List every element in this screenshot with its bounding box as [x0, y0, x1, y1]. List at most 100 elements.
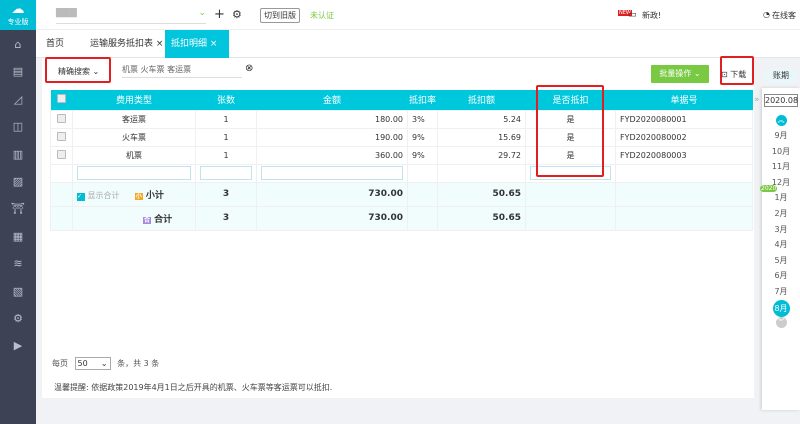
subtotal-icon: 小 — [134, 192, 143, 200]
unverified-status[interactable]: 未认证 — [310, 10, 334, 21]
cell-doc-no: FYD2020080003 — [615, 145, 753, 165]
table-row[interactable]: 机票 1 360.00 9% 29.72 是 FYD2020080003 — [50, 145, 753, 165]
month-item[interactable]: 10月 — [762, 144, 800, 160]
month-label: 10月 — [771, 146, 791, 156]
column-header[interactable]: 费用类型 — [72, 90, 196, 110]
table-row[interactable]: 火车票 1 190.00 9% 15.69 是 FYD2020080002 — [50, 127, 753, 147]
total-icon: 合 — [143, 216, 152, 224]
cell-rate: 3% — [407, 109, 438, 129]
month-item[interactable]: 2月 — [762, 206, 800, 222]
tab-deduction-detail[interactable]: 抵扣明细 × — [165, 30, 229, 58]
month-item[interactable]: 1月 — [762, 190, 800, 206]
row-checkbox[interactable] — [57, 131, 66, 141]
filter-count-input[interactable] — [200, 166, 252, 180]
row-checkbox[interactable] — [57, 149, 66, 159]
building-icon[interactable]: ▥ — [11, 148, 25, 162]
month-item[interactable]: 3月 — [762, 222, 800, 238]
tab-label: 抵扣明细 — [171, 39, 208, 49]
total-label: 合计 — [154, 214, 173, 225]
batch-label: 批量操作 — [659, 69, 692, 78]
show-total-label: 显示合计 — [87, 190, 120, 200]
shop-icon[interactable]: ⛩ — [11, 202, 25, 216]
month-label: 9月 — [774, 131, 788, 140]
column-header[interactable]: 单据号 — [615, 90, 753, 110]
download-label: 下载 — [730, 70, 747, 79]
tab-bar: 首页 运输服务抵扣表 × 抵扣明细 × — [36, 30, 800, 58]
monitor-icon[interactable]: ▦ — [11, 230, 25, 244]
home-icon[interactable]: ⌂ — [11, 38, 25, 52]
month-item[interactable]: 5月 — [762, 253, 800, 269]
batch-operation-button[interactable]: 批量操作 ⌄ — [651, 65, 709, 83]
total-deduct: 50.65 — [437, 205, 526, 231]
close-icon[interactable]: × — [156, 39, 164, 49]
settings-icon[interactable]: ⚙ — [11, 312, 25, 326]
pagination: 每页 50 ⌄ 条，共 3 条 — [52, 357, 159, 370]
search-mode-select[interactable]: 精确搜索 ⌄ — [58, 66, 99, 77]
filter-amount-input[interactable] — [261, 166, 403, 180]
month-label: 4月 — [774, 240, 788, 250]
cell-doc-no: FYD2020080002 — [615, 127, 753, 147]
chevron-down-icon: ⌄ — [92, 67, 100, 76]
cell-count: 1 — [195, 127, 257, 147]
cell-deduct: 15.69 — [437, 127, 526, 147]
scroll-down-icon[interactable]: ︾ — [775, 317, 787, 329]
column-header[interactable]: 金额 — [256, 90, 408, 110]
add-icon[interactable]: + — [214, 7, 225, 22]
cell-amount: 190.00 — [256, 127, 408, 147]
gear-icon[interactable]: ⚙ — [232, 8, 242, 21]
stack-icon[interactable]: ≋ — [11, 257, 25, 271]
total-count: 3 — [195, 205, 257, 231]
company-select[interactable]: ▇▇▇ ⌄ — [56, 8, 206, 24]
clear-icon[interactable]: ⊗ — [245, 63, 253, 74]
month-item[interactable]: 6月 — [762, 268, 800, 284]
month-label: 3月 — [774, 224, 788, 234]
per-page-label: 每页 — [52, 359, 68, 368]
filter-type-input[interactable] — [77, 166, 191, 180]
scroll-up-icon[interactable]: ︽ — [775, 115, 787, 126]
bag-icon[interactable]: ◫ — [11, 120, 25, 134]
switch-old-version-button[interactable]: 切到旧版 — [260, 8, 300, 23]
chart-icon[interactable]: ◿ — [11, 93, 25, 107]
download-button[interactable]: ⊡ 下载 — [721, 69, 746, 80]
sidebar: ☁ 专业版 ⌂ ▤ ◿ ◫ ▥ ▨ ⛩ ▦ ≋ ▧ ⚙ ▶ — [0, 0, 36, 424]
column-header[interactable]: 张数 — [195, 90, 257, 110]
search-input[interactable]: 机票 火车票 客运票 — [122, 64, 242, 78]
tab-home[interactable]: 首页 — [40, 30, 70, 58]
invoice-icon[interactable]: ▤ — [11, 65, 25, 79]
year-badge: 2020 — [760, 185, 778, 193]
show-total-checkbox[interactable]: ✓ 显示合计 — [77, 190, 120, 201]
column-header[interactable]: 抵扣率 — [407, 90, 438, 110]
document-icon[interactable]: ▧ — [11, 285, 25, 299]
month-item[interactable]: 4月 — [762, 237, 800, 253]
cell-type: 机票 — [72, 145, 196, 165]
column-header[interactable]: 抵扣额 — [437, 90, 526, 110]
period-panel: 2020.08 ︽ 9月 10月 11月 12月 2020 1月 2月 3月 4月 5月 6月 7月 8… — [760, 88, 800, 410]
news-link[interactable]: 新政! — [642, 10, 661, 21]
table-row[interactable]: 客运票 1 180.00 3% 5.24 是 FYD2020080001 — [50, 109, 753, 129]
select-all-checkbox[interactable] — [50, 90, 73, 110]
cell-amount: 180.00 — [256, 109, 408, 129]
download-icon: ⊡ — [721, 70, 728, 79]
total-row: 合 合计 3 730.00 50.65 — [50, 205, 753, 231]
month-label: 1月 — [774, 193, 788, 203]
logo[interactable]: ☁ 专业版 — [0, 0, 36, 30]
cell-deduct: 29.72 — [437, 145, 526, 165]
close-icon[interactable]: × — [210, 39, 218, 49]
play-icon[interactable]: ▶ — [11, 339, 25, 353]
row-checkbox[interactable] — [57, 113, 66, 123]
cell-amount: 360.00 — [256, 145, 408, 165]
online-service-link[interactable]: 在线客 — [772, 10, 796, 21]
collapse-icon[interactable]: » — [754, 95, 760, 105]
report-icon[interactable]: ▨ — [11, 175, 25, 189]
period-input[interactable]: 2020.08 — [764, 94, 798, 107]
cell-deduct: 5.24 — [437, 109, 526, 129]
month-item[interactable]: 8月 — [762, 299, 800, 317]
month-item[interactable]: 11月 — [762, 159, 800, 175]
month-item[interactable]: 9月 — [762, 128, 800, 144]
month-label: 11月 — [771, 162, 791, 172]
logo-text: 专业版 — [7, 18, 29, 26]
page-size-select[interactable]: 50 ⌄ — [74, 357, 111, 370]
tab-transport-deduction[interactable]: 运输服务抵扣表 × — [84, 30, 169, 58]
cell-rate: 9% — [407, 145, 438, 165]
month-item[interactable]: 7月 — [762, 284, 800, 300]
